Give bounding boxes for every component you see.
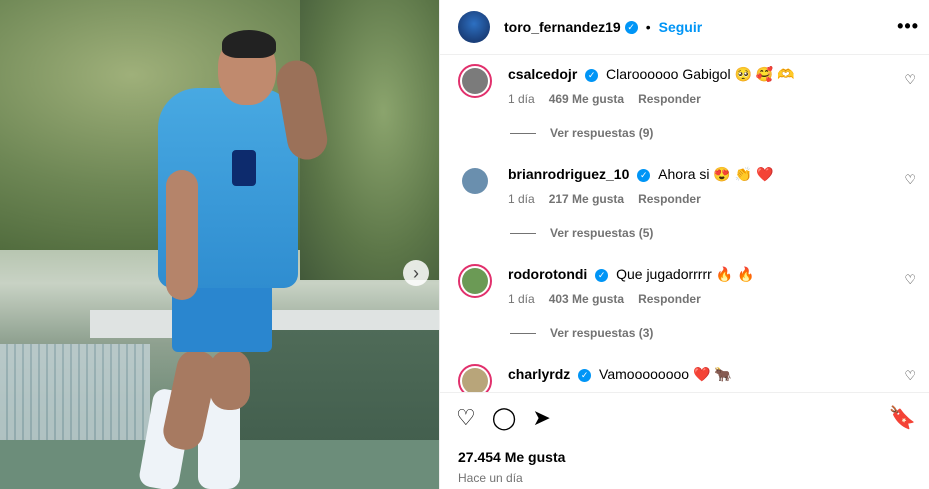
post-sidebar: toro_fernandez19 ✓ • Seguir ••• csalcedo… xyxy=(439,0,929,489)
commenter-avatar[interactable] xyxy=(458,264,492,298)
like-comment-heart-icon[interactable]: ♡ xyxy=(904,368,916,384)
next-image-button[interactable]: › xyxy=(403,260,429,286)
verified-badge-icon: ✓ xyxy=(595,268,609,282)
reply-button[interactable]: Responder xyxy=(638,92,701,106)
comment-text: Vamoooooooo xyxy=(599,366,690,382)
more-options-icon[interactable]: ••• xyxy=(897,16,919,37)
commenter-username[interactable]: brianrodriguez_10 xyxy=(508,166,629,182)
reply-button[interactable]: Responder xyxy=(638,292,701,306)
follow-button[interactable]: Seguir xyxy=(659,19,703,35)
post-header: toro_fernandez19 ✓ • Seguir ••• xyxy=(440,0,929,55)
comment-text: Que jugadorrrrr xyxy=(616,266,712,282)
view-replies-button[interactable]: Ver respuestas (9) xyxy=(510,126,653,140)
commenter-username[interactable]: csalcedojr xyxy=(508,66,577,82)
post-likes-count[interactable]: 27.454 Me gusta xyxy=(458,449,565,465)
comment-text: Ahora si xyxy=(658,166,710,182)
save-bookmark-icon[interactable]: 🔖 xyxy=(889,405,916,431)
post-actions: ♡ ◯ ➤ 🔖 27.454 Me gusta Hace un día xyxy=(440,392,929,489)
comments-list[interactable]: csalcedojr ✓ Claroooooo Gabigol 🥺 🥰 🫶 1 … xyxy=(440,56,929,392)
comment-emoji: 😍 👏 ❤️ xyxy=(713,166,774,182)
comment-likes[interactable]: 469 Me gusta xyxy=(549,92,624,106)
commenter-avatar[interactable] xyxy=(458,364,492,392)
share-send-icon[interactable]: ➤ xyxy=(532,405,550,431)
author-avatar[interactable] xyxy=(458,11,490,43)
author-username[interactable]: toro_fernandez19 xyxy=(504,19,621,35)
chevron-right-icon: › xyxy=(413,263,419,283)
view-replies-label: Ver respuestas (5) xyxy=(550,226,654,240)
comment-emoji: 🔥 🔥 xyxy=(715,266,755,282)
comment-age: 1 día xyxy=(508,292,535,306)
replies-divider xyxy=(510,232,536,234)
comment-bubble-icon[interactable]: ◯ xyxy=(492,405,517,431)
verified-badge-icon: ✓ xyxy=(637,168,651,182)
verified-badge-icon: ✓ xyxy=(624,20,638,34)
commenter-username[interactable]: charlyrdz xyxy=(508,366,570,382)
view-replies-button[interactable]: Ver respuestas (5) xyxy=(510,226,653,240)
comment-emoji: 🥺 🥰 🫶 xyxy=(734,66,795,82)
comment-emoji: ❤️ 🐂 xyxy=(692,366,732,382)
comment-item: charlyrdz ✓ Vamoooooooo ❤️ 🐂 ♡ xyxy=(440,356,929,392)
like-comment-heart-icon[interactable]: ♡ xyxy=(904,72,916,88)
like-heart-icon[interactable]: ♡ xyxy=(456,405,476,431)
like-comment-heart-icon[interactable]: ♡ xyxy=(904,272,916,288)
verified-badge-icon: ✓ xyxy=(578,368,592,382)
like-comment-heart-icon[interactable]: ♡ xyxy=(904,172,916,188)
comment-age: 1 día xyxy=(508,92,535,106)
view-replies-label: Ver respuestas (9) xyxy=(550,126,654,140)
comment-item: brianrodriguez_10 ✓ Ahora si 😍 👏 ❤️ 1 dí… xyxy=(440,156,929,256)
comment-item: rodorotondi ✓ Que jugadorrrrr 🔥 🔥 1 día … xyxy=(440,256,929,356)
commenter-avatar[interactable] xyxy=(458,164,492,198)
separator-dot: • xyxy=(645,19,651,35)
post-image[interactable]: › xyxy=(0,0,439,489)
club-crest-icon xyxy=(232,150,256,186)
view-replies-button[interactable]: Ver respuestas (3) xyxy=(510,326,653,340)
comment-age: 1 día xyxy=(508,192,535,206)
commenter-avatar[interactable] xyxy=(458,64,492,98)
replies-divider xyxy=(510,332,536,334)
post-timestamp: Hace un día xyxy=(458,471,523,485)
comment-text: Claroooooo Gabigol xyxy=(606,66,731,82)
replies-divider xyxy=(510,132,536,134)
verified-badge-icon: ✓ xyxy=(585,68,599,82)
view-replies-label: Ver respuestas (3) xyxy=(550,326,654,340)
comment-item: csalcedojr ✓ Claroooooo Gabigol 🥺 🥰 🫶 1 … xyxy=(440,56,929,156)
comment-likes[interactable]: 403 Me gusta xyxy=(549,292,624,306)
commenter-username[interactable]: rodorotondi xyxy=(508,266,587,282)
comment-likes[interactable]: 217 Me gusta xyxy=(549,192,624,206)
reply-button[interactable]: Responder xyxy=(638,192,701,206)
